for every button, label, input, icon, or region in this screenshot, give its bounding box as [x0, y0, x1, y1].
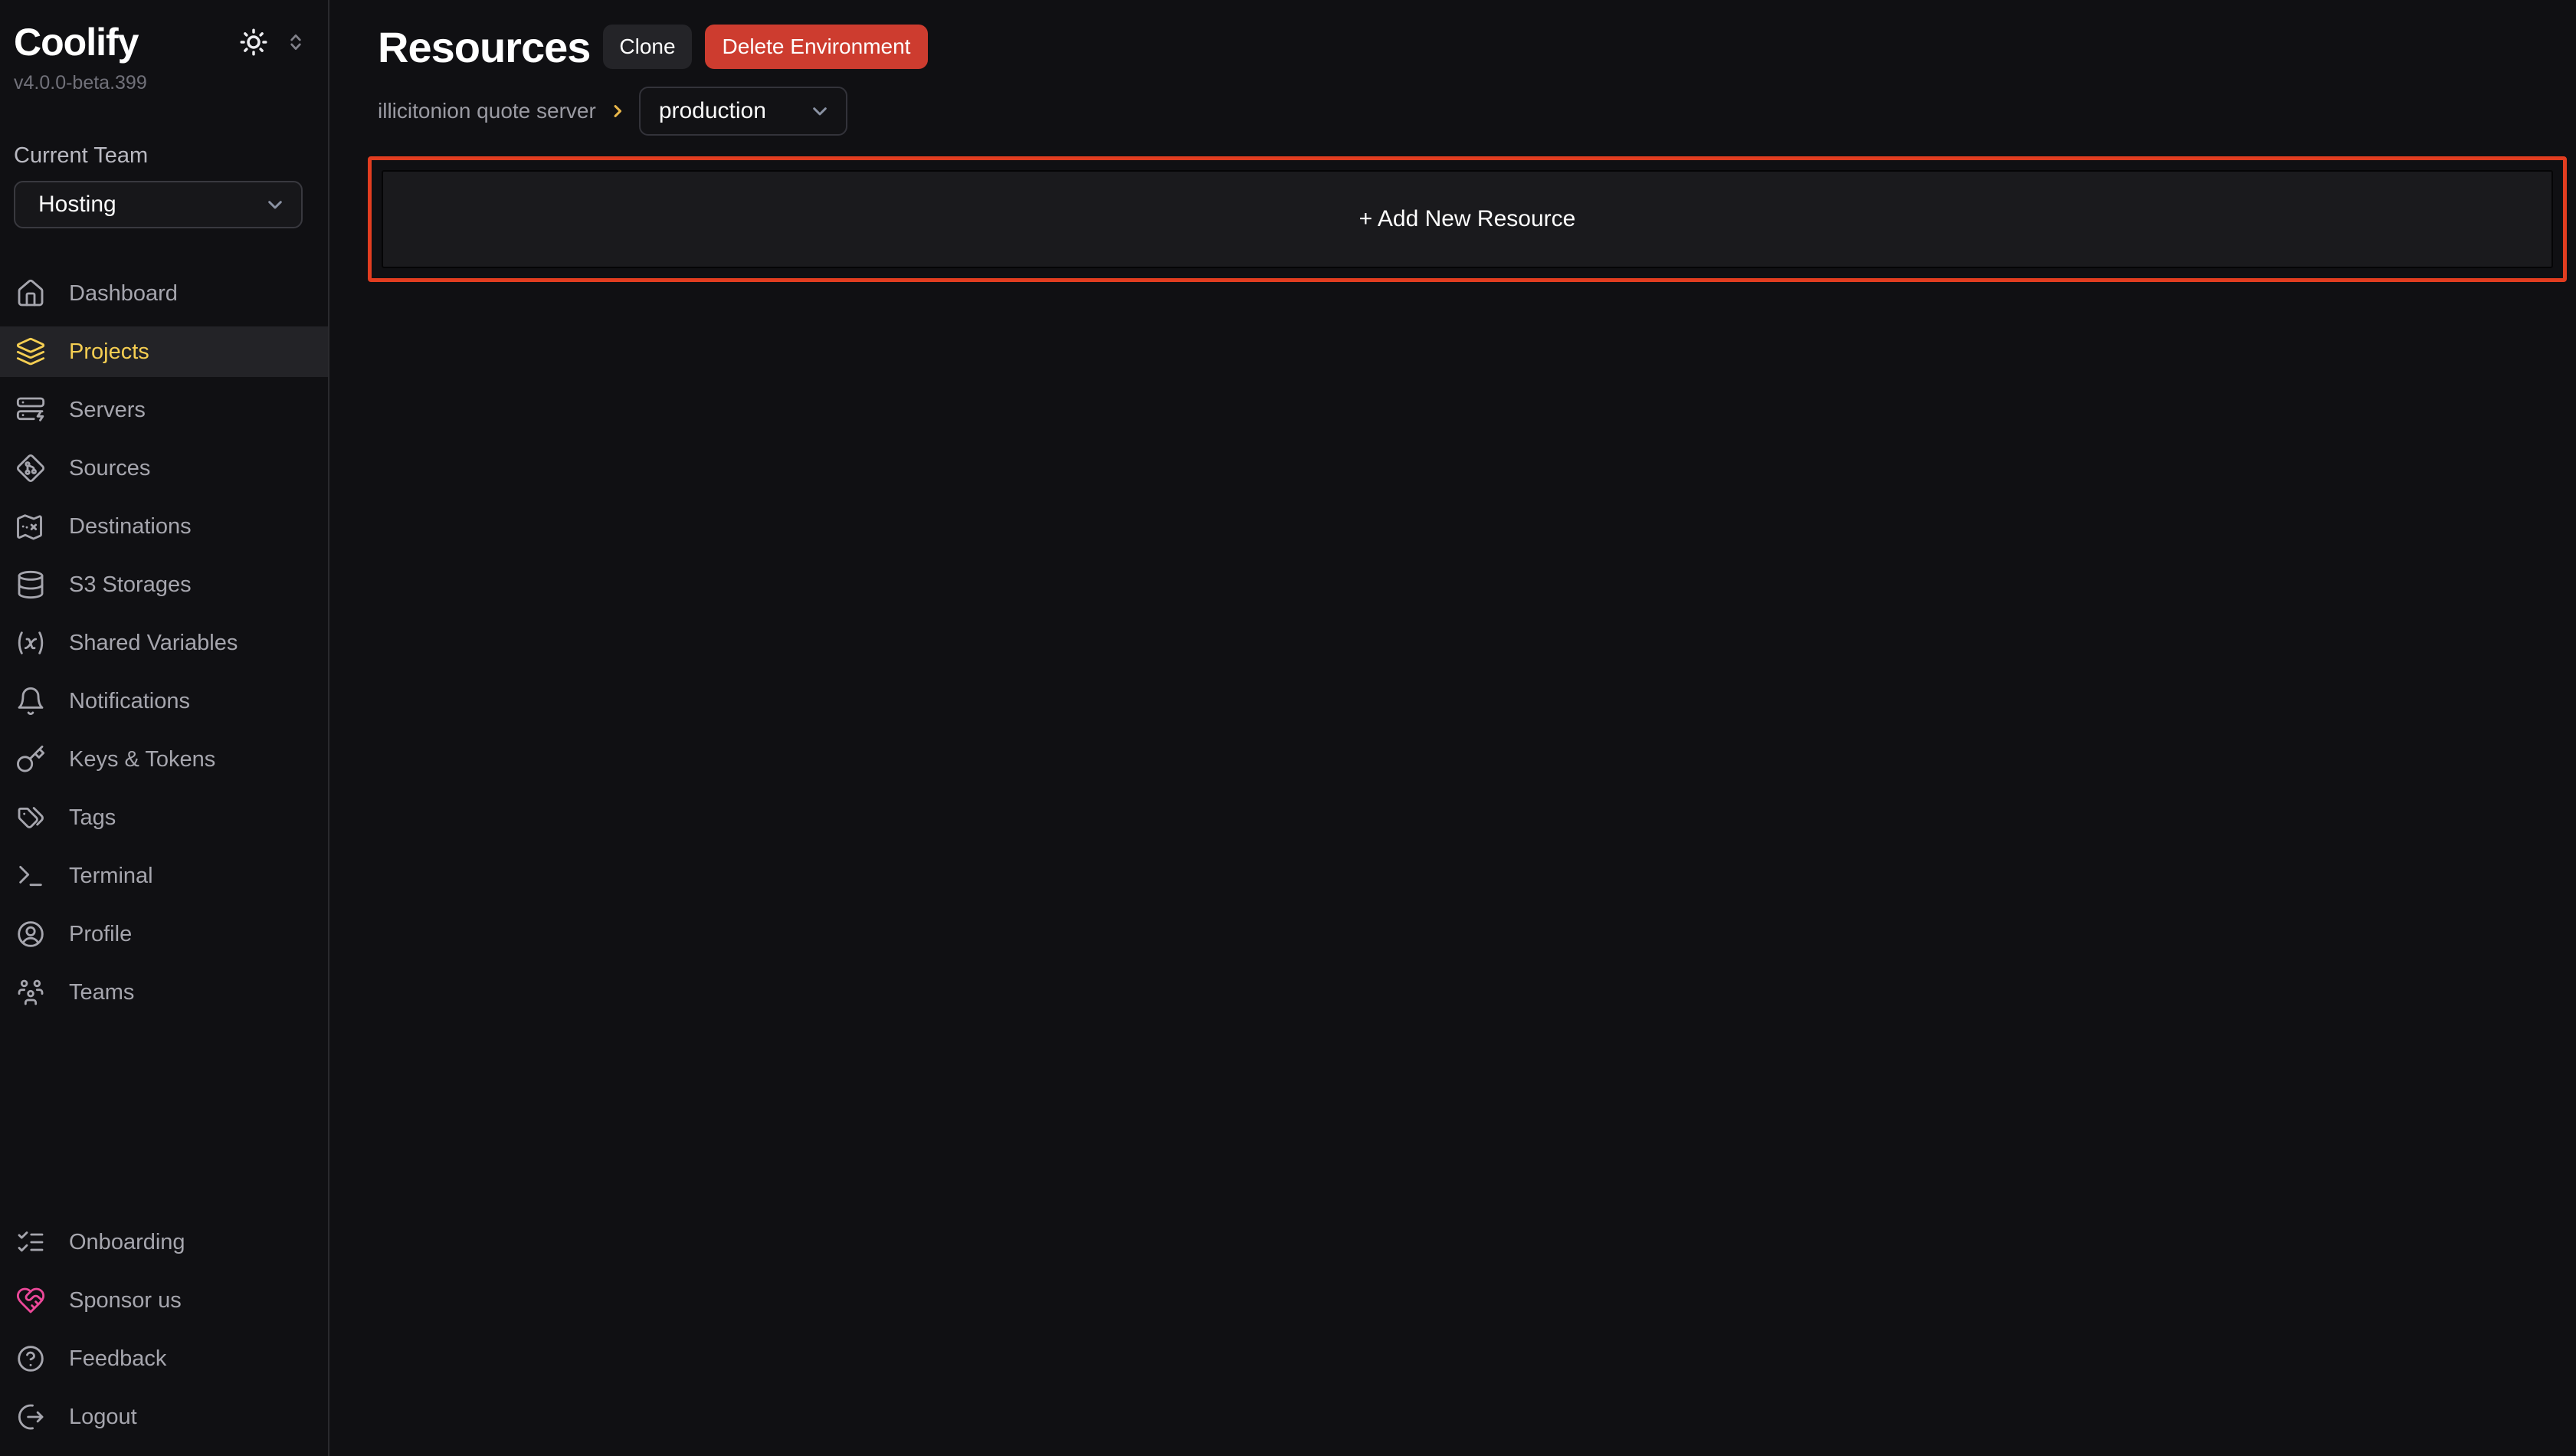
add-new-resource-button[interactable]: + Add New Resource: [382, 170, 2553, 268]
sidebar-item-label: Sources: [69, 456, 150, 481]
app-version: v4.0.0-beta.399: [0, 64, 328, 94]
chevron-right-icon: [607, 100, 628, 122]
delete-environment-button[interactable]: Delete Environment: [705, 25, 929, 69]
theme-toggle-sun-icon[interactable]: [238, 26, 270, 58]
help-circle-icon: [15, 1343, 46, 1374]
tags-icon: [15, 802, 46, 833]
main-content: Resources Clone Delete Environment illic…: [329, 0, 2576, 1456]
sidebar-item-sponsor-us[interactable]: Sponsor us: [0, 1275, 328, 1326]
sidebar-item-servers[interactable]: Servers: [0, 385, 328, 435]
sidebar-item-onboarding[interactable]: Onboarding: [0, 1217, 328, 1267]
server-bolt-icon: [15, 395, 46, 425]
sidebar-item-label: Servers: [69, 398, 146, 423]
sidebar-item-label: Terminal: [69, 864, 153, 889]
add-resource-highlight-ring: + Add New Resource: [368, 156, 2567, 282]
sidebar-item-label: Tags: [69, 805, 116, 831]
sidebar-item-terminal[interactable]: Terminal: [0, 851, 328, 901]
sidebar-item-label: Destinations: [69, 514, 192, 539]
sidebar-item-feedback[interactable]: Feedback: [0, 1333, 328, 1384]
sidebar-item-label: Keys & Tokens: [69, 747, 215, 772]
breadcrumb-project[interactable]: illicitonion quote server: [378, 99, 596, 123]
sidebar-item-label: Onboarding: [69, 1230, 185, 1255]
sidebar: Coolify v4.0.0-beta.399 Current Team Hos…: [0, 0, 329, 1456]
sidebar-item-notifications[interactable]: Notifications: [0, 676, 328, 726]
current-team-label: Current Team: [0, 94, 328, 169]
team-select[interactable]: Hosting: [14, 181, 303, 228]
database-icon: [15, 569, 46, 600]
sidebar-item-tags[interactable]: Tags: [0, 792, 328, 843]
sidebar-footer-nav: Onboarding Sponsor us Feedback Logout: [0, 1217, 328, 1456]
sidebar-item-sources[interactable]: Sources: [0, 443, 328, 494]
chevron-down-icon: [263, 192, 287, 217]
sidebar-item-label: Logout: [69, 1405, 137, 1430]
key-icon: [15, 744, 46, 775]
chevron-down-icon: [808, 99, 832, 123]
sidebar-item-shared-variables[interactable]: Shared Variables: [0, 618, 328, 668]
header-row: Resources Clone Delete Environment: [378, 21, 2576, 72]
environment-select[interactable]: production: [639, 87, 847, 136]
sidebar-item-label: Shared Variables: [69, 631, 238, 656]
logo-icons: [238, 26, 308, 58]
heart-handshake-icon: [15, 1285, 46, 1316]
sidebar-item-label: Notifications: [69, 689, 190, 714]
team-select-value: Hosting: [38, 192, 116, 218]
sidebar-item-label: Profile: [69, 922, 132, 947]
sidebar-item-logout[interactable]: Logout: [0, 1392, 328, 1442]
users-group-icon: [15, 977, 46, 1008]
sidebar-item-label: Feedback: [69, 1346, 166, 1372]
sidebar-item-projects[interactable]: Projects: [0, 326, 328, 377]
sidebar-item-label: Projects: [69, 339, 149, 365]
sidebar-item-label: S3 Storages: [69, 572, 192, 598]
chevrons-up-down-icon[interactable]: [283, 30, 308, 54]
sidebar-item-label: Dashboard: [69, 281, 178, 307]
sidebar-item-label: Teams: [69, 980, 134, 1005]
breadcrumb: illicitonion quote server production: [378, 87, 2576, 136]
clone-button[interactable]: Clone: [603, 25, 691, 69]
home-icon: [15, 278, 46, 309]
environment-select-value: production: [659, 98, 766, 124]
sidebar-item-profile[interactable]: Profile: [0, 909, 328, 959]
user-circle-icon: [15, 919, 46, 949]
page-title: Resources: [378, 22, 590, 72]
variable-icon: [15, 628, 46, 658]
map-icon: [15, 511, 46, 542]
logo-row: Coolify: [0, 0, 328, 64]
sidebar-item-dashboard[interactable]: Dashboard: [0, 268, 328, 319]
checklist-icon: [15, 1227, 46, 1258]
sidebar-item-label: Sponsor us: [69, 1288, 182, 1313]
app-logo[interactable]: Coolify: [14, 20, 138, 64]
sidebar-nav: Dashboard Projects Servers Sources Destinati…: [0, 268, 328, 1025]
sidebar-item-s3-storages[interactable]: S3 Storages: [0, 559, 328, 610]
sidebar-item-teams[interactable]: Teams: [0, 967, 328, 1018]
sidebar-item-keys-tokens[interactable]: Keys & Tokens: [0, 734, 328, 785]
terminal-icon: [15, 861, 46, 891]
sidebar-item-destinations[interactable]: Destinations: [0, 501, 328, 552]
layers-icon: [15, 336, 46, 367]
logout-icon: [15, 1402, 46, 1432]
bell-icon: [15, 686, 46, 717]
git-diamond-icon: [15, 453, 46, 484]
